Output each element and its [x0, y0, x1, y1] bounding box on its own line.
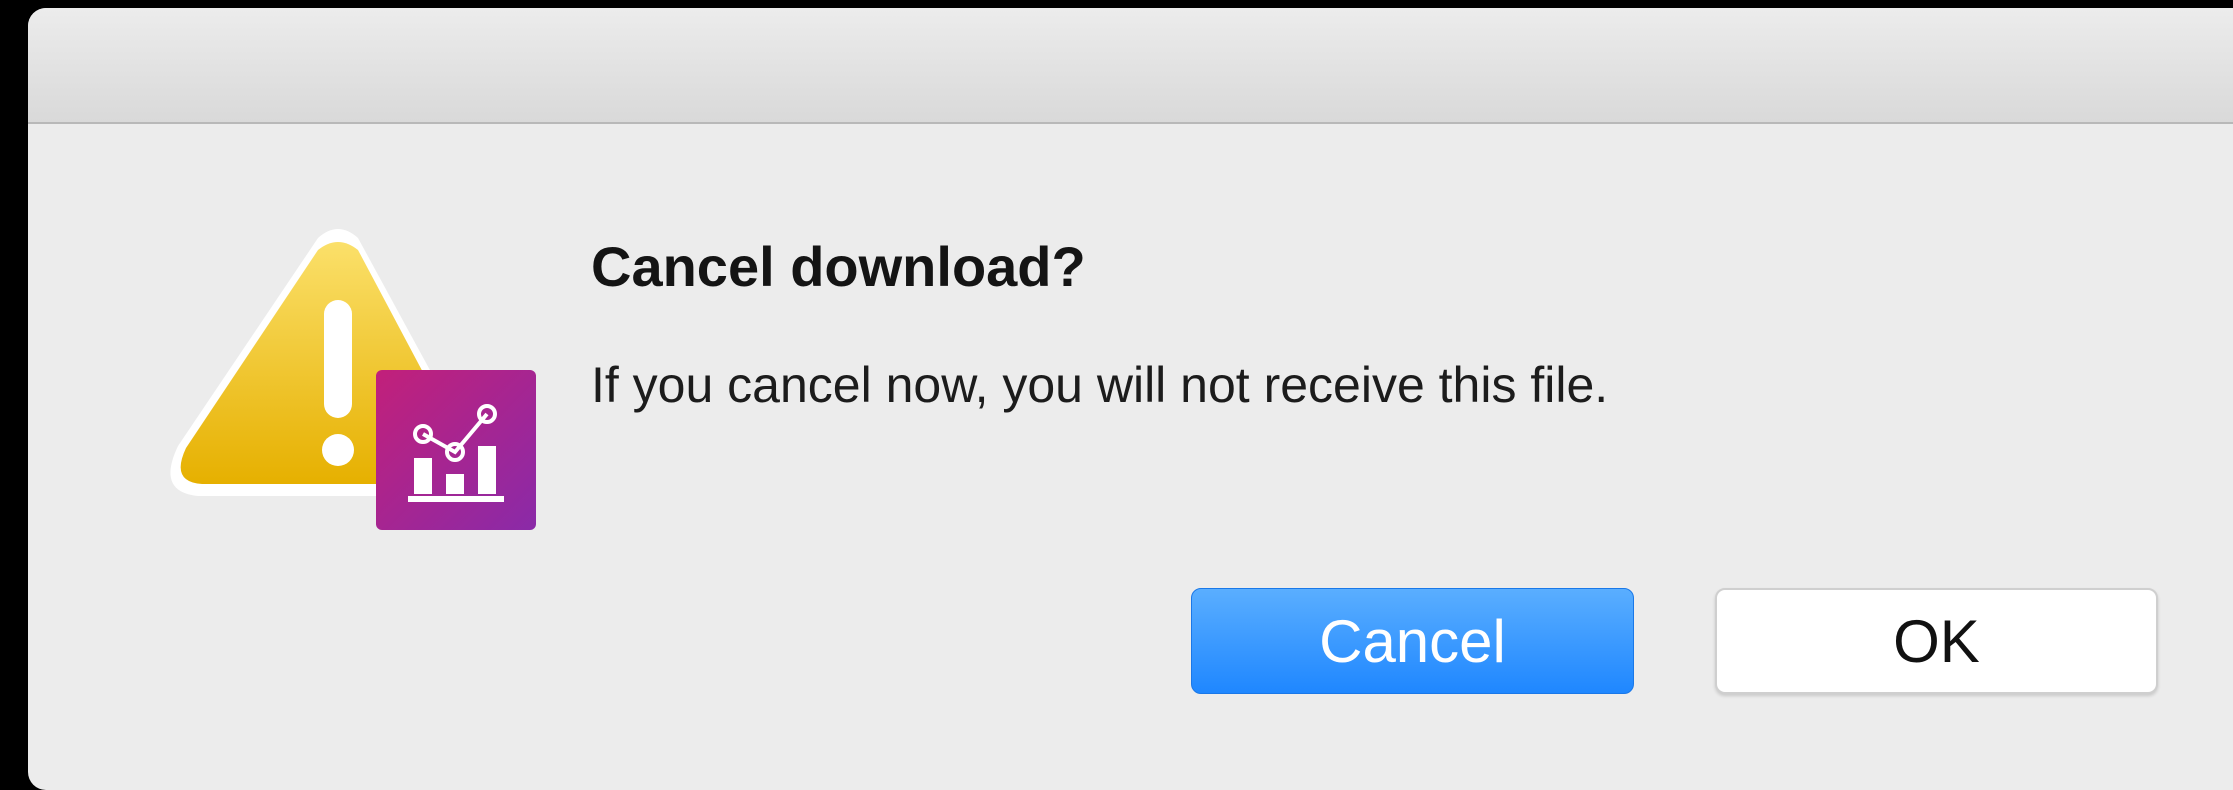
dialog-title: Cancel download?	[591, 235, 1086, 298]
alert-icon-group	[168, 220, 558, 540]
cancel-button[interactable]: Cancel	[1191, 588, 1634, 694]
analytics-chart-icon	[376, 370, 536, 530]
dialog-titlebar	[28, 8, 2233, 124]
ok-button[interactable]: OK	[1715, 588, 2158, 694]
alert-dialog: Cancel download? If you cancel now, you …	[28, 8, 2233, 790]
dialog-message: If you cancel now, you will not receive …	[591, 357, 1609, 413]
